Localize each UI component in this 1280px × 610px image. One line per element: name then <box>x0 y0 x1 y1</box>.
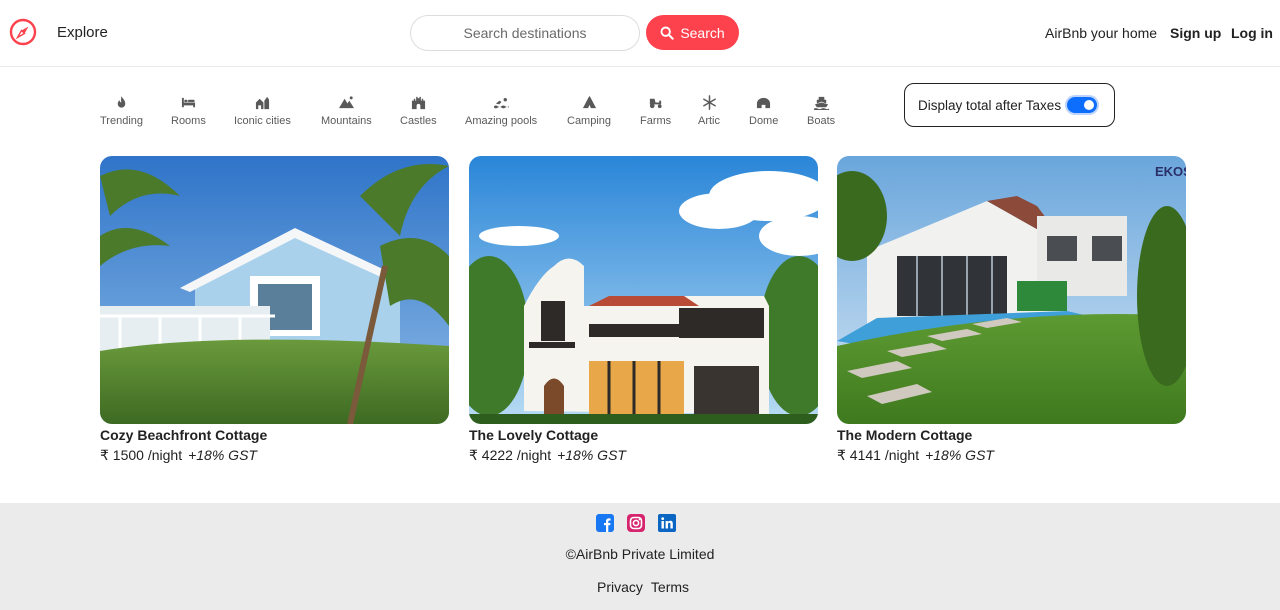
listing-title: Cozy Beachfront Cottage <box>100 427 268 443</box>
ship-icon <box>813 96 829 110</box>
privacy-link[interactable]: Privacy <box>597 579 643 595</box>
listing-tax: +18% GST <box>557 447 626 463</box>
search-input[interactable] <box>410 15 640 51</box>
compass-icon[interactable] <box>9 18 37 46</box>
tax-toggle[interactable]: Display total after Taxes <box>904 83 1115 127</box>
search-button-label: Search <box>680 24 725 41</box>
listing-image[interactable] <box>100 156 449 424</box>
filter-artic[interactable]: Artic <box>698 95 720 127</box>
listing-title: The Modern Cottage <box>837 427 973 443</box>
listing-photo: EKOS <box>837 156 1186 424</box>
fire-icon <box>117 95 126 108</box>
listing-image[interactable] <box>469 156 818 424</box>
listing-price: ₹ 1500 /night <box>100 447 183 463</box>
host-link[interactable]: AirBnb your home <box>1045 25 1157 41</box>
listing-price-row: ₹ 4141 /night +18% GST <box>837 447 1186 464</box>
listing-card[interactable]: EKOS The Modern Cottage ₹ 4141 /night +18… <box>837 156 1186 464</box>
filter-amazing-pools[interactable]: Amazing pools <box>465 95 537 127</box>
facebook-icon[interactable] <box>596 514 614 532</box>
listing-tax: +18% GST <box>188 447 257 463</box>
tent-icon <box>582 95 596 109</box>
listing-image[interactable]: EKOS <box>837 156 1186 424</box>
listing-badge: EKOS <box>1155 164 1186 179</box>
filter-boats[interactable]: Boats <box>807 95 835 127</box>
search-icon <box>660 26 675 40</box>
filter-farms[interactable]: Farms <box>640 95 671 127</box>
filter-label: Iconic cities <box>234 115 291 127</box>
listing-price-row: ₹ 4222 /night +18% GST <box>469 447 818 464</box>
listing-price: ₹ 4141 /night <box>837 447 920 463</box>
login-link[interactable]: Log in <box>1231 25 1273 41</box>
footer-links: Privacy Terms <box>597 579 689 595</box>
filter-castles[interactable]: Castles <box>400 95 437 127</box>
navbar: Explore Search AirBnb your home Sign up … <box>0 0 1280 67</box>
filter-iconic-cities[interactable]: Iconic cities <box>234 95 291 127</box>
terms-link[interactable]: Terms <box>651 579 689 595</box>
city-icon <box>255 96 269 110</box>
listing-card[interactable]: The Lovely Cottage ₹ 4222 /night +18% GST <box>469 156 818 464</box>
filter-label: Artic <box>698 115 720 127</box>
filter-label: Boats <box>807 115 836 127</box>
listing-photo <box>469 156 818 424</box>
filter-label: Mountains <box>321 115 372 127</box>
footer: ©AirBnb Private Limited Privacy Terms <box>0 503 1280 610</box>
filter-label: Camping <box>567 115 612 127</box>
tractor-icon <box>649 98 662 109</box>
filter-label: Castles <box>400 115 437 127</box>
copyright: ©AirBnb Private Limited <box>565 546 715 562</box>
bed-icon <box>181 97 195 108</box>
listing-photo <box>100 156 449 424</box>
swimmer-icon <box>493 98 509 109</box>
mountain-icon <box>338 96 354 109</box>
listing-price: ₹ 4222 /night <box>469 447 552 463</box>
tax-toggle-label: Display total after Taxes <box>918 97 1062 113</box>
filter-trending[interactable]: Trending <box>100 95 143 127</box>
listing-tax: +18% GST <box>925 447 994 463</box>
castle-icon <box>411 96 425 110</box>
dome-icon <box>757 97 771 109</box>
tax-switch[interactable] <box>1067 97 1098 113</box>
listing-price-row: ₹ 1500 /night +18% GST <box>100 447 449 464</box>
explore-link[interactable]: Explore <box>57 24 108 41</box>
linkedin-icon[interactable] <box>658 514 676 532</box>
filter-label: Rooms <box>171 115 206 127</box>
filter-rooms[interactable]: Rooms <box>171 95 206 127</box>
filter-camping[interactable]: Camping <box>567 95 611 127</box>
filter-mountains[interactable]: Mountains <box>321 95 372 127</box>
filter-label: Amazing pools <box>465 115 538 127</box>
social-links <box>596 514 676 532</box>
filter-label: Dome <box>749 115 779 127</box>
filter-dome[interactable]: Dome <box>749 95 778 127</box>
snowflake-icon <box>702 95 716 110</box>
filter-label: Farms <box>640 115 672 127</box>
listing-title: The Lovely Cottage <box>469 427 599 443</box>
search-button[interactable]: Search <box>646 15 739 50</box>
tax-switch-knob <box>1084 100 1095 110</box>
signup-link[interactable]: Sign up <box>1170 25 1221 41</box>
filter-label: Trending <box>100 115 144 127</box>
listing-card[interactable]: Cozy Beachfront Cottage ₹ 1500 /night +18… <box>100 156 449 464</box>
instagram-icon[interactable] <box>627 514 645 532</box>
